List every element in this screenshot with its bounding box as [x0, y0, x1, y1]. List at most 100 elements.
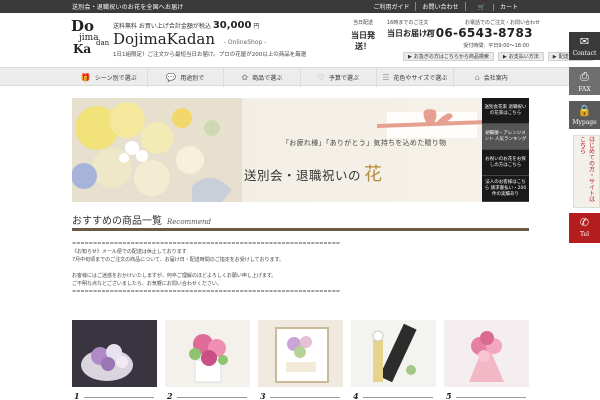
recommend-divider	[72, 228, 529, 231]
header-subtag: 1日1組限定！ご注文から最短当日お届け。プロの花屋が200以上の商品を厳選	[113, 52, 307, 58]
promo-ranking[interactable]: 胡蝶蘭・アレンジメント 人気ランキング	[482, 124, 529, 150]
recommend-title: おすすめの商品一覧 Recommend	[72, 212, 211, 227]
notice-line: 7月中旬頃までのご注文の商品について、お届け日・配送時間のご指定をお受けしており…	[72, 257, 284, 263]
nav-label: 商品で選ぶ	[252, 75, 283, 82]
guide-link[interactable]: ご利用ガイド	[367, 2, 415, 11]
side-tel-button[interactable]: ✆ Tel	[569, 213, 600, 243]
side-fax-label: FAX	[578, 86, 591, 93]
phone-icon: ✆	[579, 216, 590, 229]
side-mypage-label: Mypage	[572, 119, 597, 126]
notice-line	[72, 264, 529, 272]
freeship-suffix: 円	[253, 23, 260, 30]
notice-block: ========================================…	[72, 240, 529, 296]
nav-item-color-size[interactable]: ☰ 花色やサイズで選ぶ	[376, 68, 453, 87]
product-card[interactable]: 3	[258, 320, 343, 400]
product-rank: 4	[353, 391, 359, 400]
mail-icon: ✉	[579, 35, 590, 48]
order-deadline: 16時までのご注文	[387, 20, 429, 26]
hero-banner[interactable]: 「お疲れ様」「ありがとう」気持ちを込めた贈り物 送別会・退職祝いの花	[72, 98, 529, 202]
product-rank: 2	[167, 391, 173, 400]
product-card[interactable]: 5	[444, 320, 529, 400]
banner-headline-text: 送別会・退職祝いの	[244, 168, 362, 183]
rank-underline	[456, 397, 526, 398]
logo-text-3: Ka	[73, 42, 92, 56]
side-fax-button[interactable]: ⎙ FAX	[569, 67, 600, 95]
contact-link[interactable]: お問い合わせ	[415, 2, 464, 11]
promo-bouquet[interactable]: 送別会花束 退職祝いの花束はこちら	[482, 98, 529, 124]
nav-label: 予算で選ぶ	[328, 75, 359, 82]
side-contact-button[interactable]: ✉ Contact	[569, 32, 600, 60]
site-logo[interactable]: Do jima Ka dan	[71, 17, 110, 57]
product-image	[165, 320, 250, 387]
lock-icon: 🔒	[577, 104, 592, 117]
site-tagline: 送別会・退職祝いのお花を全国へお届け	[72, 4, 184, 11]
freeship-prefix: 送料無料 お買い上げ合計金額が税込	[113, 23, 211, 30]
product-card[interactable]: 1	[72, 320, 157, 400]
banner-headline-accent: 花	[364, 164, 383, 185]
phone-heading: お電話でのご注文・お問い合わせ	[465, 20, 541, 26]
logo-text-4: dan	[96, 39, 110, 47]
main-nav: 🎁 シーン別で選ぶ 💬 用途別で ✿ 商品で選ぶ ♡ 予算で選ぶ ☰ 花色やサイズで選ぶ …	[0, 67, 600, 87]
logo-text-1: Do	[71, 17, 95, 35]
side-mypage-button[interactable]: 🔒 Mypage	[569, 101, 600, 129]
same-day-badge: 当日配送 当日発送！	[346, 19, 380, 52]
brand-title: DojimaKadan	[113, 30, 216, 48]
product-image	[72, 320, 157, 387]
notice-line: お客様にはご迷惑をおかけいたしますが、何卒ご理解のほどよろしくお願い申し上げます…	[72, 273, 277, 279]
nav-label: 用途別で	[180, 75, 205, 82]
recommend-title-en: Recommend	[167, 218, 211, 226]
cart-icon: 🛒	[477, 4, 485, 11]
business-hours: 受付時間：平日9:00～18:00	[463, 43, 529, 49]
side-tel-label: Tel	[579, 231, 589, 238]
product-image	[258, 320, 343, 387]
side-contact-label: Contact	[572, 50, 597, 57]
same-day-top: 当日配送	[352, 20, 373, 26]
nav-item-scene[interactable]: 🎁 シーン別で選ぶ	[71, 68, 147, 87]
product-rank: 3	[260, 391, 266, 400]
phone-icon: ✆	[425, 29, 434, 40]
phone-number-text: 06-6543-8783	[435, 26, 533, 40]
arrow-right-icon: ▶	[408, 53, 412, 60]
brand-name[interactable]: DojimaKadan - OnlineShop -	[113, 30, 266, 48]
notice-line: 《お知らせ》メール便での配送は休止しております	[72, 249, 187, 255]
rank-underline	[270, 397, 340, 398]
notice-line: ご不明な点などございましたら、お気軽にお問い合わせください。	[72, 281, 222, 287]
promo-list: 送別会花束 退職祝いの花束はこちら 胡蝶蘭・アレンジメント 人気ランキング お祝…	[482, 98, 529, 202]
cart-link[interactable]: 🛒 カート	[464, 2, 531, 11]
nav-item-budget[interactable]: ♡ 予算で選ぶ	[299, 68, 377, 87]
list-icon: ☰	[382, 73, 390, 82]
quick-search-label: お急ぎの方はこちらから商品検索	[413, 54, 489, 60]
header-mini-buttons: ▶お急ぎの方はこちらから商品検索 ▶お支払い方法 ▶配送について	[403, 52, 594, 61]
quick-search-button[interactable]: ▶ お急ぎの方はこちらから商品検索	[403, 52, 494, 61]
flower-icon: ✿	[241, 73, 249, 82]
chat-icon: 💬	[166, 73, 177, 82]
cart-link-label: カート	[492, 4, 524, 11]
product-card[interactable]: 4	[351, 320, 436, 400]
top-bar: 送別会・退職祝いのお花を全国へお届け ご利用ガイド お問い合わせ 🛒 カート	[0, 0, 600, 13]
product-card[interactable]: 2	[165, 320, 250, 400]
product-image	[351, 320, 436, 387]
product-rank: 1	[74, 391, 80, 400]
arrow-right-icon: ▶	[552, 53, 557, 60]
nav-label: シーン別で選ぶ	[94, 75, 137, 82]
heart-icon: ♡	[317, 73, 325, 82]
recommend-title-text: おすすめの商品一覧	[72, 216, 162, 227]
top-links: ご利用ガイド お問い合わせ 🛒 カート	[367, 2, 530, 11]
nav-label: 花色やサイズで選ぶ	[393, 75, 448, 82]
promo-corporate[interactable]: 法人のお客様はこちら 請求書払い・200件の実績あり	[482, 176, 529, 202]
gift-icon: 🎁	[80, 73, 91, 82]
nav-label: 会社案内	[483, 75, 508, 82]
notice-line: ========================================…	[72, 289, 341, 295]
phone-number[interactable]: ✆ 06-6543-8783	[425, 26, 533, 40]
brand-subtitle: - OnlineShop -	[223, 39, 267, 46]
nav-item-product[interactable]: ✿ 商品で選ぶ	[223, 68, 300, 87]
notice-line: ========================================…	[72, 241, 341, 247]
same-day-main: 当日発送！	[351, 31, 375, 51]
banner-message: 「お疲れ様」「ありがとう」気持ちを込めた贈り物	[282, 139, 447, 147]
rank-underline	[84, 397, 154, 398]
nav-item-company[interactable]: ⌂ 会社案内	[452, 68, 530, 87]
payment-button[interactable]: ▶ お支払い方法	[497, 52, 544, 61]
side-first-time-button[interactable]: はじめての方・サイトはこちら	[573, 135, 600, 208]
promo-celebration[interactable]: お祝いのお花をお探しの方はこちら	[482, 150, 529, 176]
nav-item-purpose[interactable]: 💬 用途別で	[146, 68, 224, 87]
